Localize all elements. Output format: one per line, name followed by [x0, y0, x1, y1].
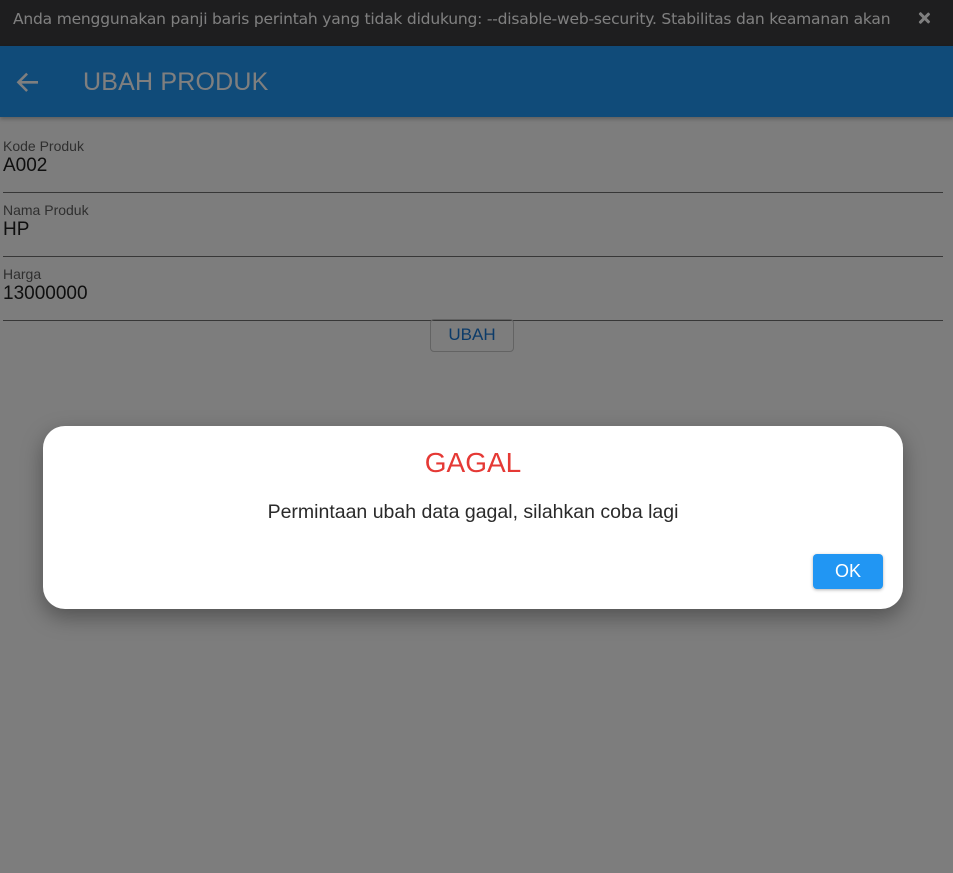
app-window: Anda menggunakan panji baris perintah ya…: [0, 0, 953, 873]
dialog-title: GAGAL: [424, 447, 522, 478]
dialog-message: Permintaan ubah data gagal, silahkan cob…: [267, 501, 679, 523]
error-dialog: GAGAL Permintaan ubah data gagal, silahk…: [43, 426, 903, 609]
ok-button[interactable]: OK: [813, 554, 883, 589]
